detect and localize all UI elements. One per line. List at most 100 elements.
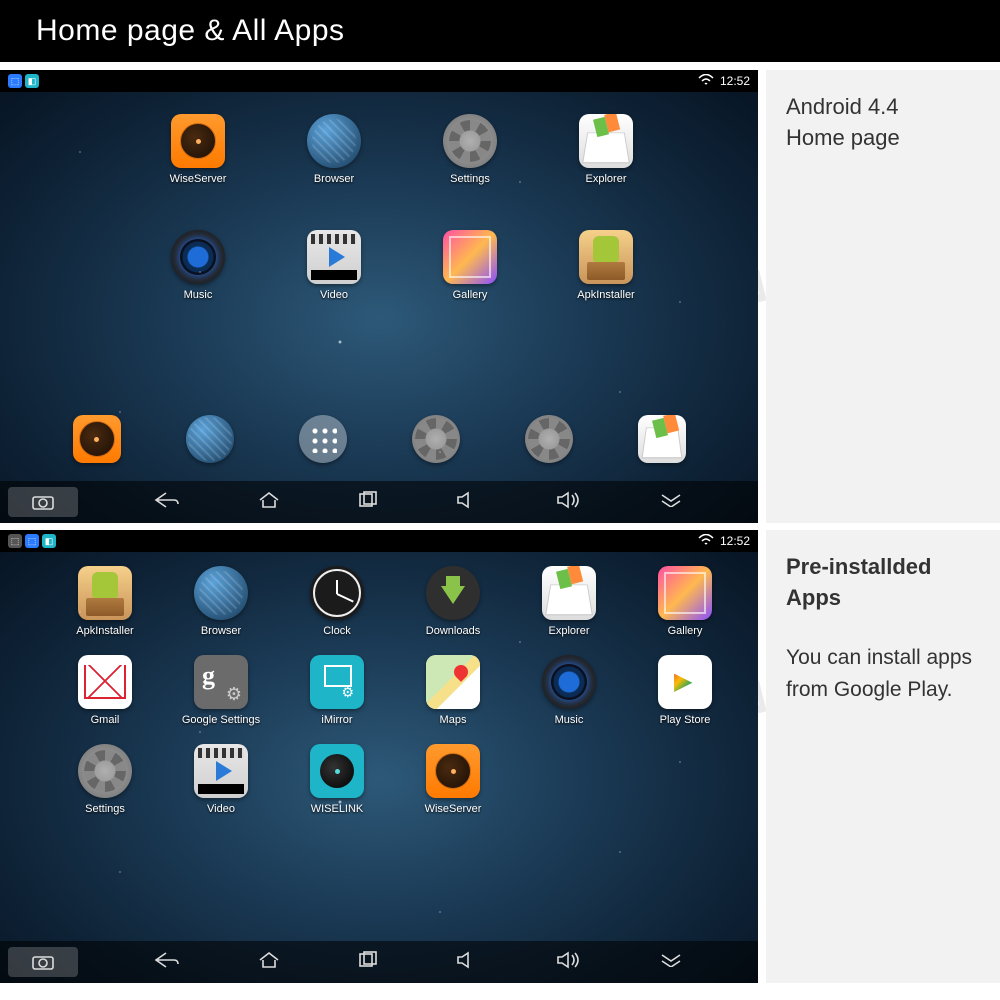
caption-title: Pre-installded Apps bbox=[786, 552, 980, 614]
volume-up-button[interactable] bbox=[555, 491, 583, 514]
app-label: Music bbox=[555, 714, 584, 726]
app-label: Explorer bbox=[586, 173, 627, 185]
app-label: Play Store bbox=[660, 714, 711, 726]
app-label: Music bbox=[184, 289, 213, 301]
app-label: Gallery bbox=[453, 289, 488, 301]
appdrawer-icon bbox=[299, 415, 347, 463]
app-browser[interactable] bbox=[153, 415, 266, 463]
hide-nav-button[interactable] bbox=[660, 493, 682, 512]
status-time: 12:52 bbox=[720, 534, 750, 548]
wifi-icon bbox=[698, 74, 714, 89]
wiselink-icon bbox=[310, 744, 364, 798]
wiseserver-icon bbox=[73, 415, 121, 463]
app-label: Explorer bbox=[549, 625, 590, 637]
gmail-icon bbox=[78, 655, 132, 709]
app-downloads[interactable]: Downloads bbox=[398, 566, 508, 637]
status-bar: ⬚ ◧ 12:52 bbox=[0, 70, 758, 92]
wiseserver-icon bbox=[171, 114, 225, 168]
app-settings[interactable] bbox=[379, 415, 492, 463]
wifi-icon bbox=[698, 534, 714, 549]
app-appdrawer[interactable] bbox=[266, 415, 379, 463]
apps-panel: ⬚ ⬚ ◧ 12:52 ApkInstallerBrowserClockDown… bbox=[0, 530, 1000, 983]
app-label: WISELINK bbox=[311, 803, 364, 815]
imirror-icon bbox=[310, 655, 364, 709]
app-music[interactable]: Music bbox=[140, 230, 256, 301]
recent-button[interactable] bbox=[357, 491, 379, 514]
app-label: Video bbox=[320, 289, 348, 301]
explorer-icon bbox=[638, 415, 686, 463]
volume-down-button[interactable] bbox=[455, 491, 479, 514]
app-browser[interactable]: Browser bbox=[276, 114, 392, 185]
app-play-store[interactable]: Play Store bbox=[630, 655, 740, 726]
apps-screen: ⬚ ⬚ ◧ 12:52 ApkInstallerBrowserClockDown… bbox=[0, 530, 758, 983]
app-label: Gmail bbox=[91, 714, 120, 726]
app-wiselink[interactable]: WISELINK bbox=[282, 744, 392, 815]
app-settings[interactable]: Settings bbox=[50, 744, 160, 815]
volume-down-button[interactable] bbox=[455, 951, 479, 974]
app-browser[interactable]: Browser bbox=[166, 566, 276, 637]
home-button[interactable] bbox=[257, 491, 281, 514]
recent-button[interactable] bbox=[357, 951, 379, 974]
settings-icon bbox=[443, 114, 497, 168]
status-icon: ⬚ bbox=[8, 74, 22, 88]
app-label: Gallery bbox=[668, 625, 703, 637]
gallery-icon bbox=[658, 566, 712, 620]
wiseserver-icon bbox=[426, 744, 480, 798]
app-wiseserver[interactable]: WiseServer bbox=[140, 114, 256, 185]
music-icon bbox=[542, 655, 596, 709]
status-icon: ⬚ bbox=[8, 534, 22, 548]
app-clock[interactable]: Clock bbox=[282, 566, 392, 637]
app-google-settings[interactable]: Google Settings bbox=[166, 655, 276, 726]
app-settings[interactable]: Settings bbox=[412, 114, 528, 185]
app-wiseserver[interactable] bbox=[40, 415, 153, 463]
nav-bar bbox=[0, 941, 758, 983]
apps-caption: Pre-installded Apps You can install apps… bbox=[766, 530, 1000, 983]
app-wiseserver[interactable]: WiseServer bbox=[398, 744, 508, 815]
back-button[interactable] bbox=[154, 491, 180, 514]
downloads-icon bbox=[426, 566, 480, 620]
app-music[interactable]: Music bbox=[514, 655, 624, 726]
app-apkinstaller[interactable]: ApkInstaller bbox=[50, 566, 160, 637]
caption-line: Android 4.4 bbox=[786, 92, 980, 123]
caption-body: You can install apps from Google Play. bbox=[786, 642, 980, 707]
explorer-icon bbox=[579, 114, 633, 168]
clock-icon bbox=[310, 566, 364, 620]
video-icon bbox=[194, 744, 248, 798]
app-gallery[interactable]: Gallery bbox=[412, 230, 528, 301]
app-gmail[interactable]: Gmail bbox=[50, 655, 160, 726]
browser-icon bbox=[194, 566, 248, 620]
apkinstaller-icon bbox=[78, 566, 132, 620]
app-label: Downloads bbox=[426, 625, 480, 637]
app-label: Settings bbox=[85, 803, 125, 815]
status-time: 12:52 bbox=[720, 74, 750, 88]
app-explorer[interactable] bbox=[605, 415, 718, 463]
hide-nav-button[interactable] bbox=[660, 953, 682, 972]
home-caption: Android 4.4 Home page bbox=[766, 70, 1000, 523]
apkinstaller-icon bbox=[579, 230, 633, 284]
app-video[interactable]: Video bbox=[276, 230, 392, 301]
app-video[interactable]: Video bbox=[166, 744, 276, 815]
volume-up-button[interactable] bbox=[555, 951, 583, 974]
camera-button[interactable] bbox=[8, 487, 78, 517]
caption-line: Home page bbox=[786, 123, 980, 154]
app-label: Browser bbox=[314, 173, 354, 185]
app-settings[interactable] bbox=[492, 415, 605, 463]
app-gallery[interactable]: Gallery bbox=[630, 566, 740, 637]
app-apkinstaller[interactable]: ApkInstaller bbox=[548, 230, 664, 301]
camera-button[interactable] bbox=[8, 947, 78, 977]
back-button[interactable] bbox=[154, 951, 180, 974]
app-explorer[interactable]: Explorer bbox=[514, 566, 624, 637]
app-label: Clock bbox=[323, 625, 351, 637]
app-maps[interactable]: Maps bbox=[398, 655, 508, 726]
browser-icon bbox=[307, 114, 361, 168]
app-explorer[interactable]: Explorer bbox=[548, 114, 664, 185]
app-imirror[interactable]: iMirror bbox=[282, 655, 392, 726]
app-label: Browser bbox=[201, 625, 241, 637]
home-button[interactable] bbox=[257, 951, 281, 974]
settings-icon bbox=[412, 415, 460, 463]
nav-bar bbox=[0, 481, 758, 523]
playstore-icon bbox=[658, 655, 712, 709]
app-label: Video bbox=[207, 803, 235, 815]
app-label: ApkInstaller bbox=[76, 625, 133, 637]
app-label: Maps bbox=[440, 714, 467, 726]
